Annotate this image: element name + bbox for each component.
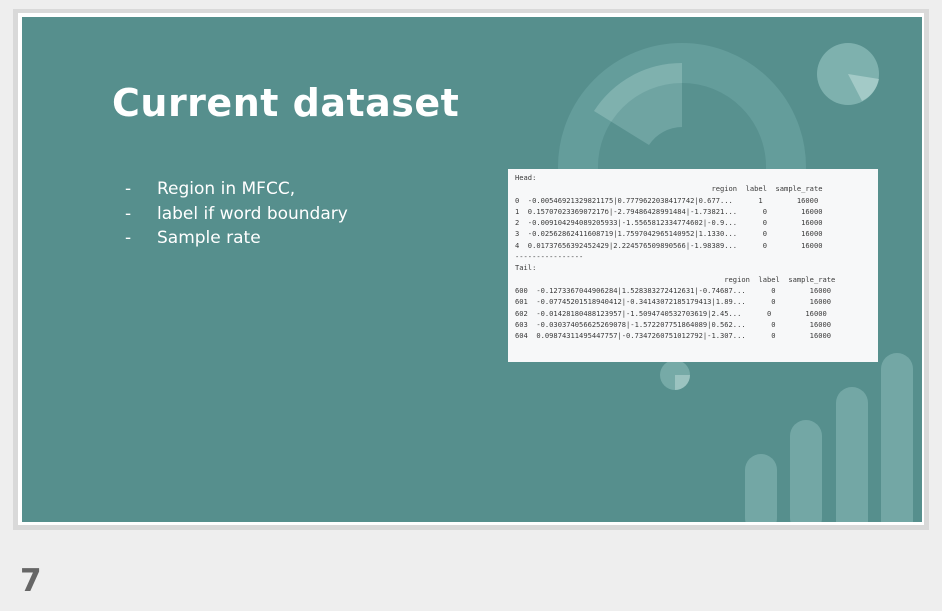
head-columns: region label sample_rate: [515, 184, 823, 194]
dataframe-output-image: Head: region label sample_rate 0 -0.0054…: [508, 169, 878, 362]
head-label: Head:: [515, 173, 537, 182]
table-row: 4 0.01737656392452429|2.224576509890566|…: [515, 240, 823, 250]
bullet-item: - label if word boundary: [125, 202, 348, 227]
table-row: 604 0.09874311495447757|-0.7347260751012…: [515, 331, 832, 341]
table-row: 1 0.1570702336907217б|-2.79486428991484|…: [515, 206, 823, 216]
separator: ----------------: [515, 252, 584, 262]
bullet-text: label if word boundary: [157, 203, 348, 224]
bullet-item: - Region in MFCC,: [125, 177, 348, 202]
bullet-text: Sample rate: [157, 228, 261, 248]
slide-title: Current dataset: [112, 81, 460, 125]
bullet-marker: -: [125, 228, 132, 248]
page-number: 7: [20, 563, 42, 599]
bullet-list: - Region in MFCC, - label if word boundary…: [125, 177, 348, 251]
bullet-marker: -: [125, 179, 132, 199]
bullet-text: Region in MFCC,: [157, 179, 296, 199]
pie-decoration: [817, 43, 879, 105]
table-row: 2 -0.009104294089205933|-1.5565812334774…: [515, 218, 823, 228]
tail-columns: region label sample_rate: [515, 274, 836, 284]
bullet-marker: -: [125, 203, 132, 224]
table-row: 0 -0.00546921329821175|0.777962203841774…: [515, 195, 819, 205]
slide[interactable]: Current dataset - Region in MFCC, - label …: [22, 17, 922, 522]
bullet-item: - Sample rate: [125, 226, 348, 251]
dot-decoration: [660, 360, 690, 390]
tail-label: Tail:: [515, 263, 537, 273]
table-row: 600 -0.1273367044906284|1.52838327241263…: [515, 285, 832, 295]
table-row: 3 -0.02562862411608719|1.759704296514095…: [515, 229, 823, 239]
bar-decoration: [745, 353, 913, 522]
table-row: 603 -0.030374056625269078|-1.57220775186…: [515, 319, 832, 329]
table-row: 602 -0.01428180488123957|-1.509474053270…: [515, 308, 827, 318]
table-row: 601 -0.07745201518940412|-0.341430721851…: [515, 297, 832, 307]
